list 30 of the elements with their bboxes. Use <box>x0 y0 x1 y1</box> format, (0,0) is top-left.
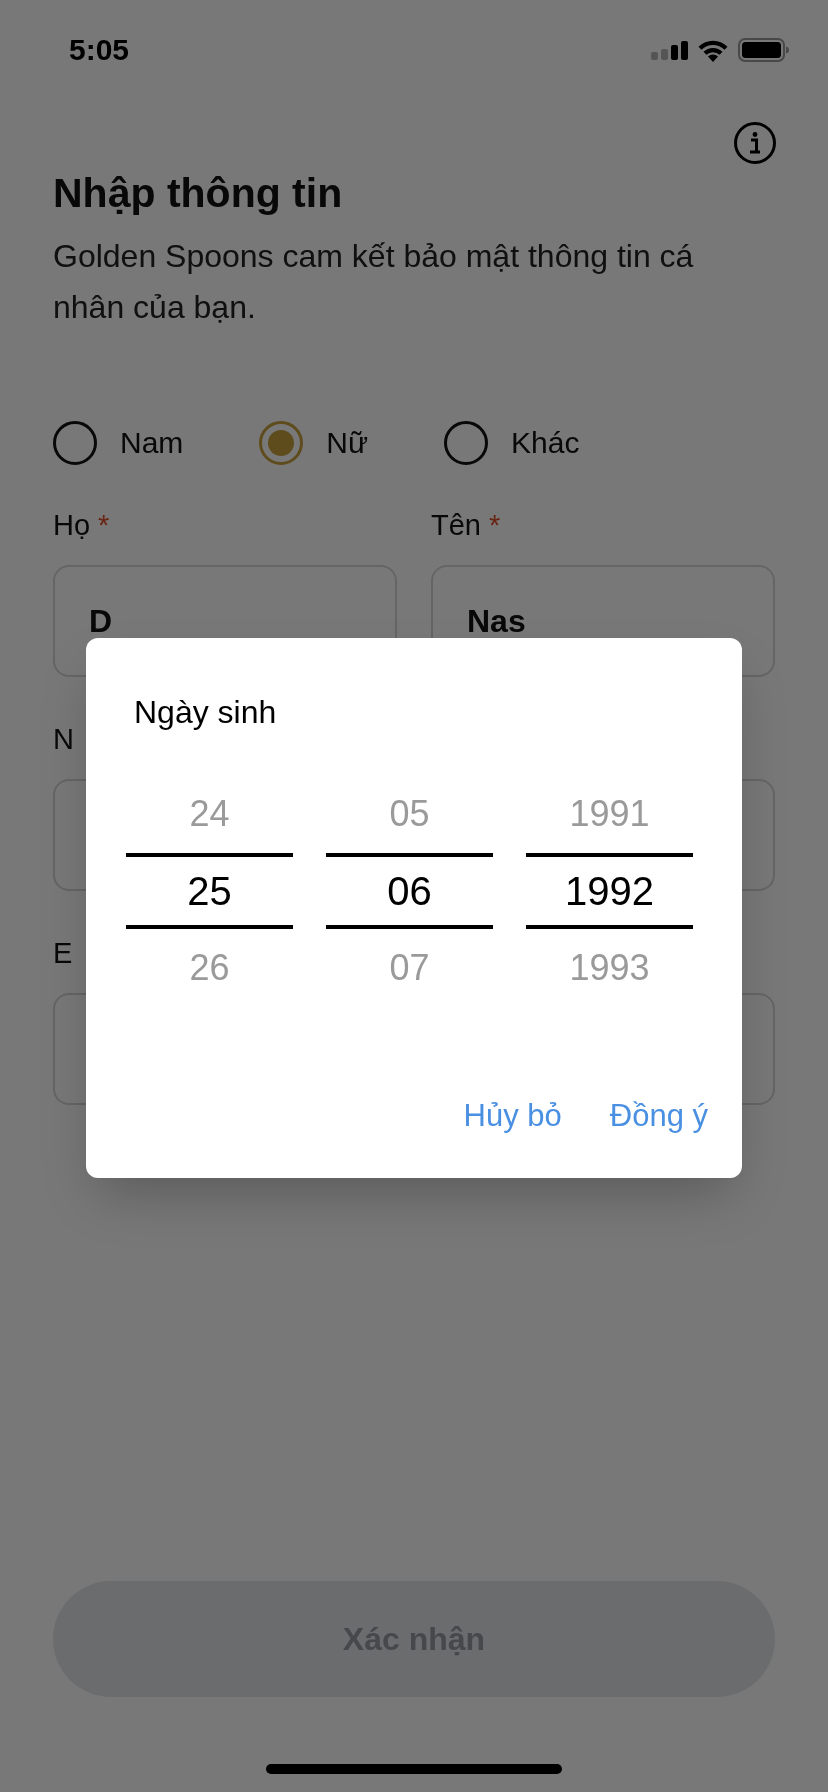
picker-item[interactable]: 1991 <box>526 775 693 853</box>
gender-option[interactable]: Nam <box>53 421 184 465</box>
page-title: Nhập thông tin <box>53 170 344 216</box>
status-time: 5:05 <box>69 32 130 68</box>
dialog-title: Ngày sinh <box>133 694 278 730</box>
picker-item[interactable]: 07 <box>326 929 493 1007</box>
page-subtitle: Golden Spoons cam kết bảo mật thông tin cá nhân của bạn. <box>53 237 695 327</box>
picker-item[interactable]: 1992 <box>526 853 693 929</box>
field-value: Nas <box>467 602 526 641</box>
required-mark: * <box>98 508 110 543</box>
field-label: Họ <box>53 508 91 543</box>
picker-item[interactable]: 06 <box>326 853 493 929</box>
field-label: N <box>53 722 74 757</box>
picker-item[interactable]: 25 <box>126 853 293 929</box>
dialog-button[interactable]: Đồng ý <box>609 1091 708 1141</box>
field-value: D <box>89 602 113 641</box>
battery-icon <box>738 38 789 62</box>
gender-option[interactable]: Nữ <box>259 421 369 465</box>
picker-item[interactable]: 1993 <box>526 929 693 1007</box>
signal-icon <box>651 40 688 60</box>
dialog-button[interactable]: Hủy bỏ <box>463 1091 562 1141</box>
info-icon[interactable] <box>734 122 776 164</box>
required-mark: * <box>489 508 501 543</box>
picker-item[interactable]: 05 <box>326 775 493 853</box>
field-label: E <box>53 936 73 971</box>
gender-option[interactable]: Khác <box>444 421 580 465</box>
picker-item[interactable]: 24 <box>126 775 293 853</box>
wifi-icon <box>697 38 729 62</box>
field-label: Tên <box>431 508 481 543</box>
picker-item[interactable]: 26 <box>126 929 293 1007</box>
